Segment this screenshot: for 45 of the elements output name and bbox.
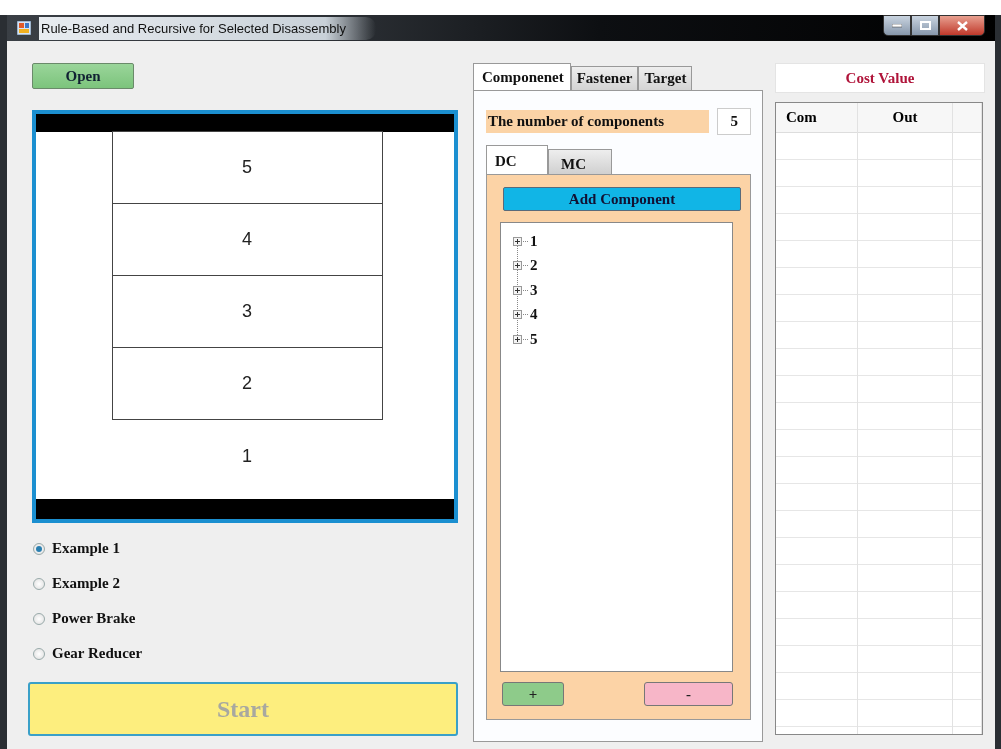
component-block: 5 (111, 131, 383, 204)
expand-icon[interactable] (513, 261, 522, 271)
tree-item[interactable]: 4 (530, 306, 538, 324)
minimize-button[interactable] (883, 15, 911, 36)
radio-button[interactable] (33, 542, 45, 555)
radio-button[interactable] (33, 647, 45, 660)
tree-item[interactable]: 1 (530, 232, 538, 250)
tab[interactable]: MC (548, 149, 612, 174)
maximize-icon (919, 21, 931, 30)
remove-button[interactable]: - (644, 682, 733, 706)
tab[interactable]: Target (638, 66, 693, 90)
radio-label[interactable]: Example 1 (52, 540, 120, 557)
expand-icon[interactable] (513, 285, 522, 295)
column-header: Out (858, 103, 952, 133)
app-icon (17, 21, 31, 35)
tab[interactable]: DC (486, 145, 548, 174)
open-button[interactable]: Open (32, 63, 134, 89)
expand-icon[interactable] (513, 236, 522, 246)
tree-item[interactable]: 5 (530, 330, 538, 348)
tab[interactable]: Fastener (570, 66, 639, 90)
expand-icon[interactable] (513, 310, 522, 320)
tree-item[interactable]: 3 (530, 281, 538, 299)
component-block: 2 (111, 347, 383, 420)
add-component-button[interactable]: Add Component (503, 187, 741, 211)
radio-label[interactable]: Power Brake (52, 610, 136, 627)
tree-item[interactable]: 2 (530, 257, 538, 275)
component-block: 4 (111, 203, 383, 276)
base-label: 1 (241, 445, 253, 468)
close-button[interactable] (939, 15, 985, 36)
window-title: Rule-Based and Recursive for Selected Disassembly (39, 16, 376, 40)
maximize-button[interactable] (911, 15, 939, 36)
radio-button[interactable] (33, 577, 45, 590)
component-block: 3 (111, 275, 383, 348)
tab[interactable]: Componenet (473, 63, 571, 90)
column-header: Com (776, 103, 857, 133)
radio-label[interactable]: Example 2 (52, 575, 120, 592)
radio-label[interactable]: Gear Reducer (52, 645, 143, 662)
component-count-label: The number of components (486, 110, 710, 133)
component-count-field[interactable]: 5 (717, 108, 751, 135)
cost-value-header: Cost Value (775, 63, 985, 93)
add-button[interactable]: + (502, 682, 564, 706)
radio-button[interactable] (33, 612, 45, 625)
close-icon (956, 20, 968, 31)
minimize-icon (892, 23, 902, 28)
expand-icon[interactable] (513, 334, 522, 344)
